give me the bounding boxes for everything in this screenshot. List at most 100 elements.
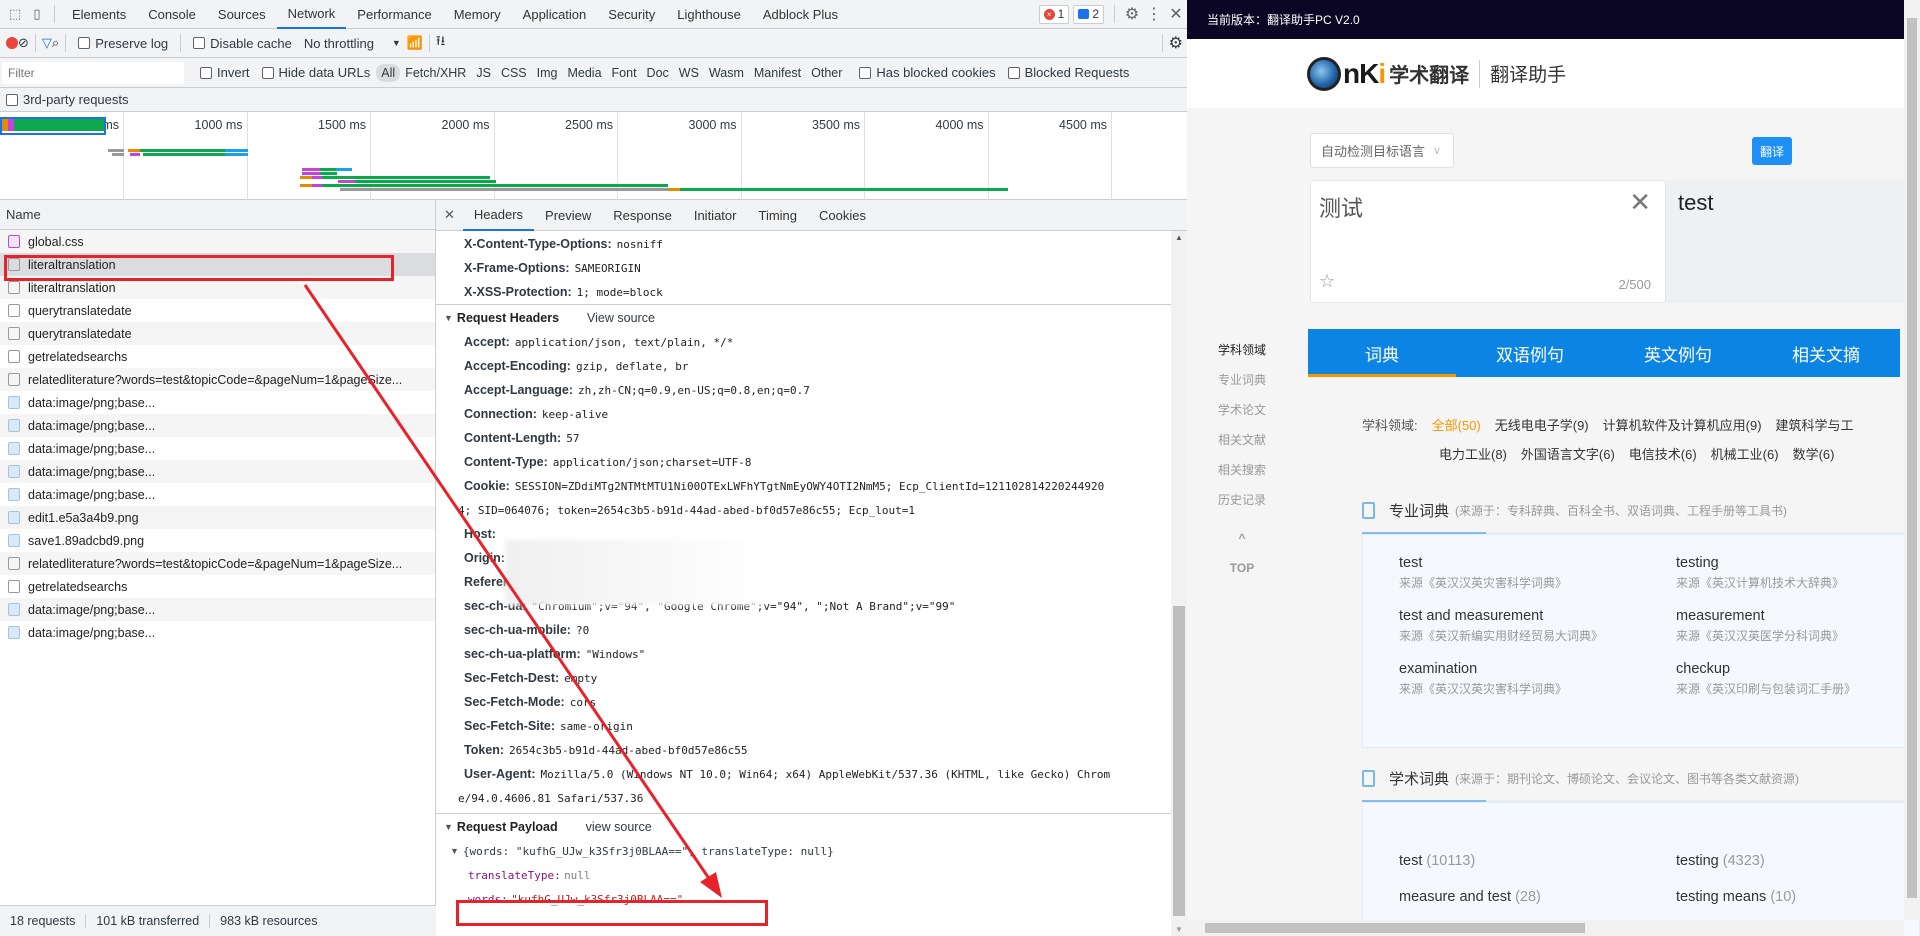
request-row[interactable]: global.css	[0, 230, 435, 253]
filter-type-ws[interactable]: WS	[674, 64, 704, 82]
request-row[interactable]: querytranslatedate	[0, 322, 435, 345]
payload-object[interactable]: ▼ {words: "kufhG_UJw_k3Sfr3j0BLAA==", tra…	[436, 839, 1171, 863]
network-conditions-icon[interactable]: 📶	[407, 35, 423, 51]
network-settings-gear-icon[interactable]: ⚙	[1169, 33, 1183, 53]
request-row[interactable]: data:image/png;base...	[0, 437, 435, 460]
subject-field-option[interactable]: 外国语言文字(6)	[1521, 444, 1615, 463]
close-detail-icon[interactable]: ✕	[436, 200, 463, 231]
detail-tab-initiator[interactable]: Initiator	[683, 200, 748, 231]
back-to-top-button[interactable]: ^ TOP	[1207, 523, 1277, 575]
request-row[interactable]: edit1.e5a3a4b9.png	[0, 506, 435, 529]
result-tab[interactable]: 英文例句	[1604, 329, 1752, 377]
network-overview-timeline[interactable]: 500 ms1000 ms1500 ms2000 ms2500 ms3000 m…	[0, 112, 1236, 200]
academic-entry[interactable]: test (10113)	[1399, 853, 1475, 869]
throttling-select[interactable]: No throttling ▼	[298, 36, 407, 51]
filter-type-img[interactable]: Img	[532, 64, 563, 82]
detail-tab-headers[interactable]: Headers	[462, 200, 535, 231]
request-row[interactable]: relatedliterature?words=test&topicCode=&…	[0, 552, 435, 575]
left-nav-item[interactable]: 学科领域	[1207, 335, 1277, 365]
settings-gear-icon[interactable]: ⚙	[1121, 4, 1143, 24]
more-options-icon[interactable]: ⋮	[1143, 4, 1165, 24]
device-toolbar-icon[interactable]: ▯	[26, 4, 48, 24]
search-icon[interactable]: ⌕	[52, 35, 59, 51]
tab-adblock-plus[interactable]: Adblock Plus	[752, 0, 849, 29]
left-nav-item[interactable]: 历史记录	[1207, 485, 1277, 515]
subject-field-option[interactable]: 电信技术(6)	[1629, 444, 1697, 463]
result-tab[interactable]: 双语例句	[1456, 329, 1604, 377]
source-text-input[interactable]: 测试 ✕ ☆ 2/500	[1310, 180, 1666, 303]
tab-security[interactable]: Security	[597, 0, 666, 29]
app-horizontal-scrollbar[interactable]	[1187, 920, 1904, 936]
dictionary-entry[interactable]: examination 来源《英汉汉英灾害科学词典》	[1399, 661, 1567, 697]
filter-type-doc[interactable]: Doc	[642, 64, 674, 82]
left-nav-item[interactable]: 相关搜索	[1207, 455, 1277, 485]
request-row[interactable]: data:image/png;base...	[0, 460, 435, 483]
scroll-down-icon[interactable]: ▼	[1175, 925, 1183, 934]
request-row[interactable]: data:image/png;base...	[0, 598, 435, 621]
request-row[interactable]: data:image/png;base...	[0, 391, 435, 414]
request-row[interactable]: querytranslatedate	[0, 299, 435, 322]
subject-field-option[interactable]: 计算机软件及计算机应用(9)	[1603, 415, 1762, 434]
disable-cache-checkbox[interactable]: Disable cache	[187, 36, 298, 51]
request-row[interactable]: data:image/png;base...	[0, 483, 435, 506]
subject-field-option[interactable]: 机械工业(6)	[1711, 444, 1779, 463]
tab-lighthouse[interactable]: Lighthouse	[666, 0, 752, 29]
filter-icon[interactable]: ▽	[42, 35, 52, 51]
detail-scrollbar[interactable]: ▲ ▼	[1171, 231, 1187, 936]
left-nav-item[interactable]: 相关文献	[1207, 425, 1277, 455]
detail-tab-preview[interactable]: Preview	[534, 200, 602, 231]
scroll-up-icon[interactable]: ▲	[1175, 233, 1183, 242]
dictionary-entry[interactable]: measurement 来源《英汉汉英医学分科词典》	[1676, 608, 1844, 644]
request-payload-section[interactable]: ▼ Request Payload view source	[436, 813, 1171, 839]
error-badge[interactable]: × 1	[1038, 4, 1070, 24]
blocked-requests-checkbox[interactable]: Blocked Requests	[1002, 65, 1136, 80]
filter-type-js[interactable]: JS	[471, 64, 496, 82]
close-devtools-icon[interactable]: ✕	[1165, 4, 1187, 24]
favorite-star-icon[interactable]: ☆	[1319, 271, 1335, 292]
academic-entry[interactable]: measure and test (28)	[1399, 889, 1541, 905]
message-badge[interactable]: 2	[1073, 4, 1104, 24]
subject-field-option[interactable]: 无线电电子学(9)	[1495, 415, 1589, 434]
dictionary-entry[interactable]: test 来源《英汉汉英灾害科学词典》	[1399, 555, 1567, 591]
record-icon[interactable]	[6, 37, 18, 49]
filter-type-css[interactable]: CSS	[496, 64, 532, 82]
invert-checkbox[interactable]: Invert	[194, 65, 256, 80]
detail-tab-response[interactable]: Response	[602, 200, 683, 231]
request-headers-section[interactable]: ▼ Request Headers View source	[436, 304, 1171, 330]
request-row[interactable]: getrelatedsearchs	[0, 575, 435, 598]
subject-field-option[interactable]: 建筑科学与工	[1776, 415, 1854, 434]
translate-button[interactable]: 翻译	[1752, 137, 1792, 165]
clear-icon[interactable]: ⊘	[18, 35, 29, 51]
tab-console[interactable]: Console	[137, 0, 207, 29]
left-nav-item[interactable]: 学术论文	[1207, 395, 1277, 425]
clear-input-icon[interactable]: ✕	[1629, 187, 1651, 218]
tab-network[interactable]: Network	[276, 0, 347, 29]
request-row[interactable]: relatedliterature?words=test&topicCode=&…	[0, 368, 435, 391]
filter-type-font[interactable]: Font	[607, 64, 642, 82]
export-har-icon[interactable]: ⭳	[441, 32, 446, 54]
has-blocked-cookies-checkbox[interactable]: Has blocked cookies	[853, 65, 1001, 80]
left-nav-item[interactable]: 专业词典	[1207, 365, 1277, 395]
filter-type-manifest[interactable]: Manifest	[749, 64, 806, 82]
filter-type-all[interactable]: All	[376, 63, 401, 82]
name-column-header[interactable]: Name	[0, 200, 435, 230]
tab-performance[interactable]: Performance	[346, 0, 442, 29]
request-row[interactable]: data:image/png;base...	[0, 621, 435, 644]
dictionary-entry[interactable]: testing 来源《英汉计算机技术大辞典》	[1676, 555, 1844, 591]
filter-type-wasm[interactable]: Wasm	[704, 64, 749, 82]
third-party-checkbox[interactable]: 3rd-party requests	[0, 92, 135, 107]
subject-field-option[interactable]: 全部(50)	[1432, 415, 1481, 434]
result-tab[interactable]: 相关文摘	[1752, 329, 1900, 377]
detail-tab-cookies[interactable]: Cookies	[808, 200, 877, 231]
preserve-log-checkbox[interactable]: Preserve log	[72, 36, 174, 51]
filter-type-fetchxhr[interactable]: Fetch/XHR	[400, 64, 471, 82]
tab-application[interactable]: Application	[512, 0, 598, 29]
academic-entry[interactable]: testing means (10)	[1676, 889, 1796, 905]
dictionary-entry[interactable]: checkup 来源《英汉印刷与包装词汇手册》	[1676, 661, 1856, 697]
tab-memory[interactable]: Memory	[443, 0, 512, 29]
detail-tab-timing[interactable]: Timing	[747, 200, 808, 231]
target-language-select[interactable]: 自动检测目标语言 ∨	[1310, 133, 1454, 168]
filter-type-media[interactable]: Media	[562, 64, 606, 82]
request-row[interactable]: getrelatedsearchs	[0, 345, 435, 368]
subject-field-option[interactable]: 数学(6)	[1793, 444, 1835, 463]
